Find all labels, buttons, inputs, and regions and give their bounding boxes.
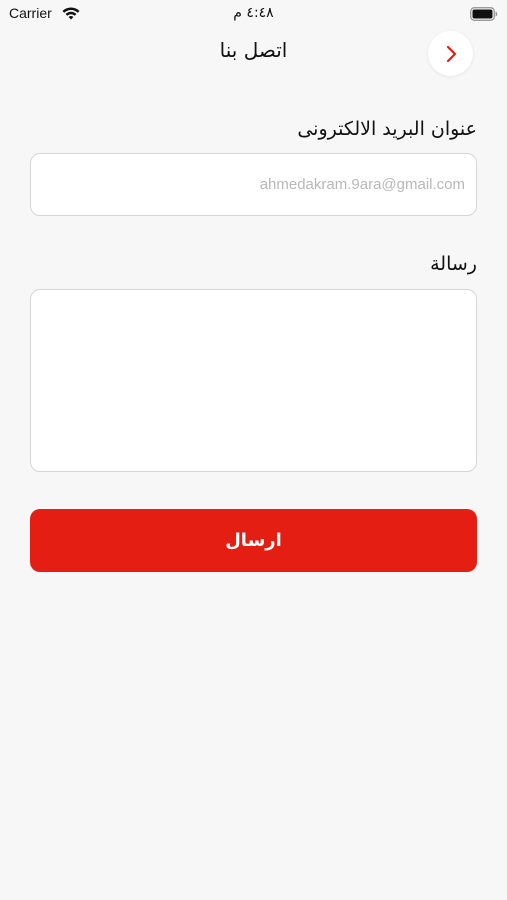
battery-icon	[470, 6, 498, 21]
message-textarea[interactable]	[30, 289, 477, 472]
back-button[interactable]	[428, 31, 473, 76]
status-bar: Carrier ٤:٤٨ م	[0, 0, 507, 28]
email-field[interactable]	[30, 153, 477, 216]
email-field-label: عنوان البريد الالكترونى	[297, 118, 477, 140]
chevron-right-icon	[444, 45, 458, 63]
send-button[interactable]: ارسال	[30, 509, 477, 572]
message-field-label: رسالة	[430, 253, 477, 275]
contact-us-screen: Carrier ٤:٤٨ م اتصل بنا عنوان البريد الا	[0, 0, 507, 900]
status-time: ٤:٤٨ م	[233, 5, 274, 21]
